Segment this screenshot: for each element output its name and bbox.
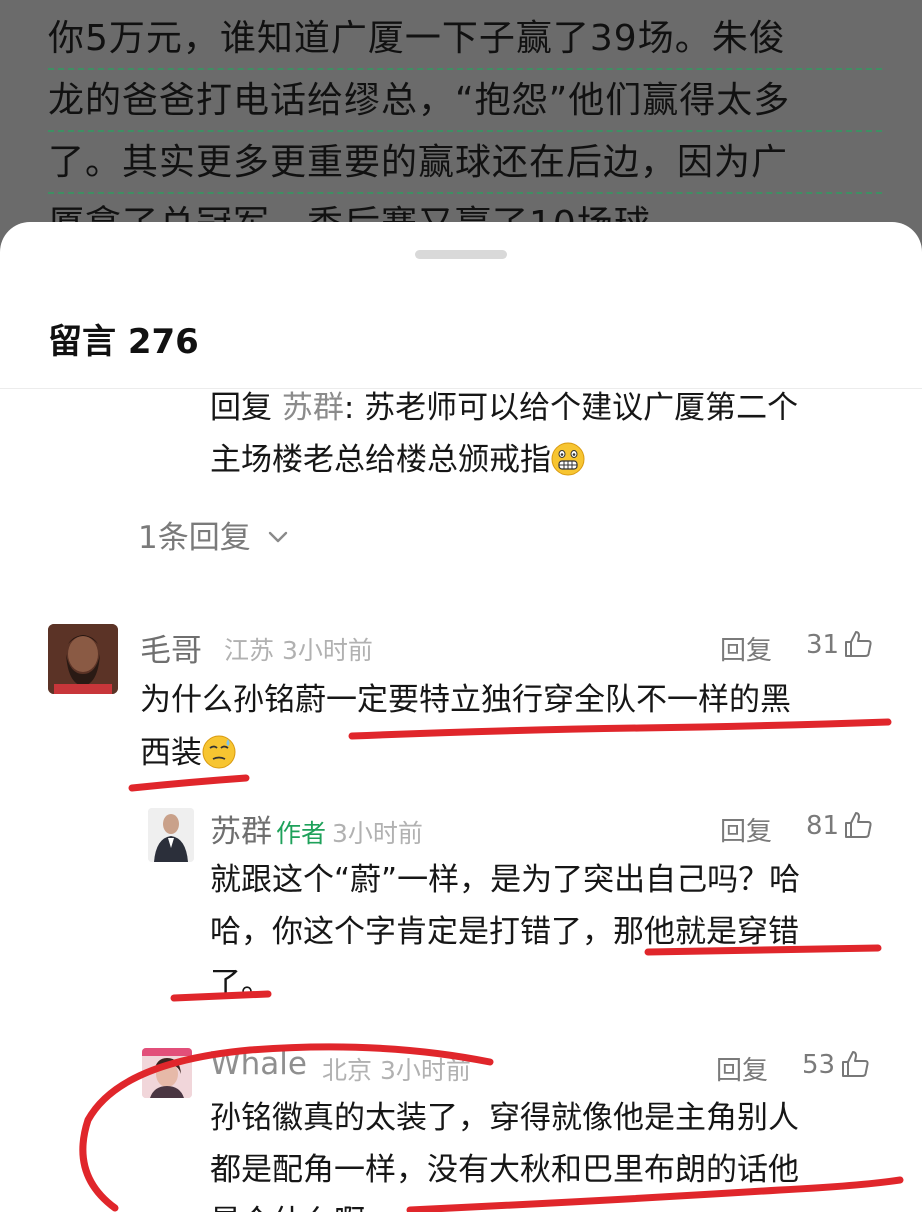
article-line-2: 龙的爸爸打电话给缪总，“抱怨”他们赢得太多 bbox=[48, 72, 882, 132]
comment-time: 3小时前 bbox=[281, 636, 373, 665]
earlier-reply-line-2: 主场楼老总给楼总颁戒指 bbox=[210, 434, 585, 487]
reply-prefix: 回复 bbox=[210, 390, 272, 426]
comment-text-line-2: 都是配角一样，没有大秋和巴里布朗的话他 bbox=[210, 1152, 799, 1188]
thumbs-up-icon[interactable] bbox=[843, 629, 873, 659]
comment-text-line-1: 孙铭徽真的太装了，穿得就像他是主角别人 bbox=[210, 1100, 799, 1136]
avatar[interactable] bbox=[142, 1048, 192, 1098]
commenter-header: 苏群 作者 3小时前 bbox=[210, 806, 423, 851]
like-count: 53 bbox=[802, 1050, 836, 1080]
article-line-3: 了。其实更多更重要的赢球还在后边，因为广 bbox=[48, 134, 882, 194]
like-count: 81 bbox=[806, 811, 840, 841]
article-background: 你5万元，谁知道广厦一下子赢了39场。朱俊 龙的爸爸打电话给缪总，“抱怨”他们赢… bbox=[0, 0, 922, 260]
thumbs-up-icon[interactable] bbox=[840, 1049, 870, 1079]
comment-text-line-3: 了。 bbox=[210, 966, 272, 1002]
earlier-reply-text-1: : 苏老师可以给个建议广厦第二个 bbox=[343, 390, 799, 426]
reply-button[interactable]: 回复 bbox=[720, 811, 772, 848]
commenter-name[interactable]: 苏群 bbox=[210, 814, 272, 850]
avatar-image bbox=[48, 624, 118, 694]
reply-button[interactable]: 回复 bbox=[716, 1050, 768, 1087]
comment-text-line-1: 为什么孙铭蔚一定要特立独行穿全队不一样的黑 bbox=[140, 682, 791, 718]
commenter-name[interactable]: Whale bbox=[210, 1046, 307, 1082]
like-count: 31 bbox=[806, 630, 840, 660]
comment-text-line-3: 是个什么啊 bbox=[210, 1196, 365, 1212]
avatar[interactable] bbox=[48, 624, 118, 694]
comment-meta: 北京 3小时前 bbox=[322, 1051, 471, 1087]
comment-time: 3小时前 bbox=[379, 1056, 471, 1085]
comment-location: 北京 bbox=[322, 1056, 373, 1085]
commenter-name[interactable]: 毛哥 bbox=[140, 625, 202, 670]
comment-meta: 江苏 3小时前 bbox=[224, 631, 373, 667]
author-badge: 作者 bbox=[276, 819, 327, 848]
comment-text-line-1: 就跟这个“蔚”一样，是为了突出自己吗？哈 bbox=[210, 862, 801, 898]
avatar-image bbox=[142, 1048, 192, 1098]
expand-replies-label: 1条回复 bbox=[138, 520, 251, 556]
comment-text-line-2-text: 西装 bbox=[140, 735, 202, 771]
article-line-1: 你5万元，谁知道广厦一下子赢了39场。朱俊 bbox=[48, 10, 882, 70]
comment-location: 江苏 bbox=[224, 636, 275, 665]
avatar-image bbox=[148, 808, 194, 862]
expand-replies-button[interactable]: 1条回复 bbox=[138, 512, 289, 557]
chevron-down-icon bbox=[268, 531, 287, 543]
comments-sheet: 留言 276 回复 苏群: 苏老师可以给个建议广厦第二个 主场楼老总给楼总颁戒指… bbox=[0, 222, 922, 1212]
comment-text-line-2: 西装 bbox=[140, 727, 236, 780]
earlier-reply-text-2: 主场楼老总给楼总颁戒指 bbox=[210, 442, 551, 478]
comments-title: 留言 276 bbox=[48, 322, 199, 362]
grimace-emoji-icon bbox=[551, 442, 585, 476]
earlier-reply-line-1: 回复 苏群: 苏老师可以给个建议广厦第二个 bbox=[210, 382, 798, 435]
thumbs-up-icon[interactable] bbox=[843, 810, 873, 840]
drag-handle[interactable] bbox=[415, 250, 507, 259]
comment-time: 3小时前 bbox=[332, 819, 423, 848]
reply-button[interactable]: 回复 bbox=[720, 630, 772, 667]
reply-target-name[interactable]: 苏群 bbox=[282, 390, 344, 426]
avatar[interactable] bbox=[148, 808, 194, 862]
comment-text-line-2: 哈，你这个字肯定是打错了，那他就是穿错 bbox=[210, 914, 799, 950]
sweat-emoji-icon bbox=[202, 735, 236, 769]
